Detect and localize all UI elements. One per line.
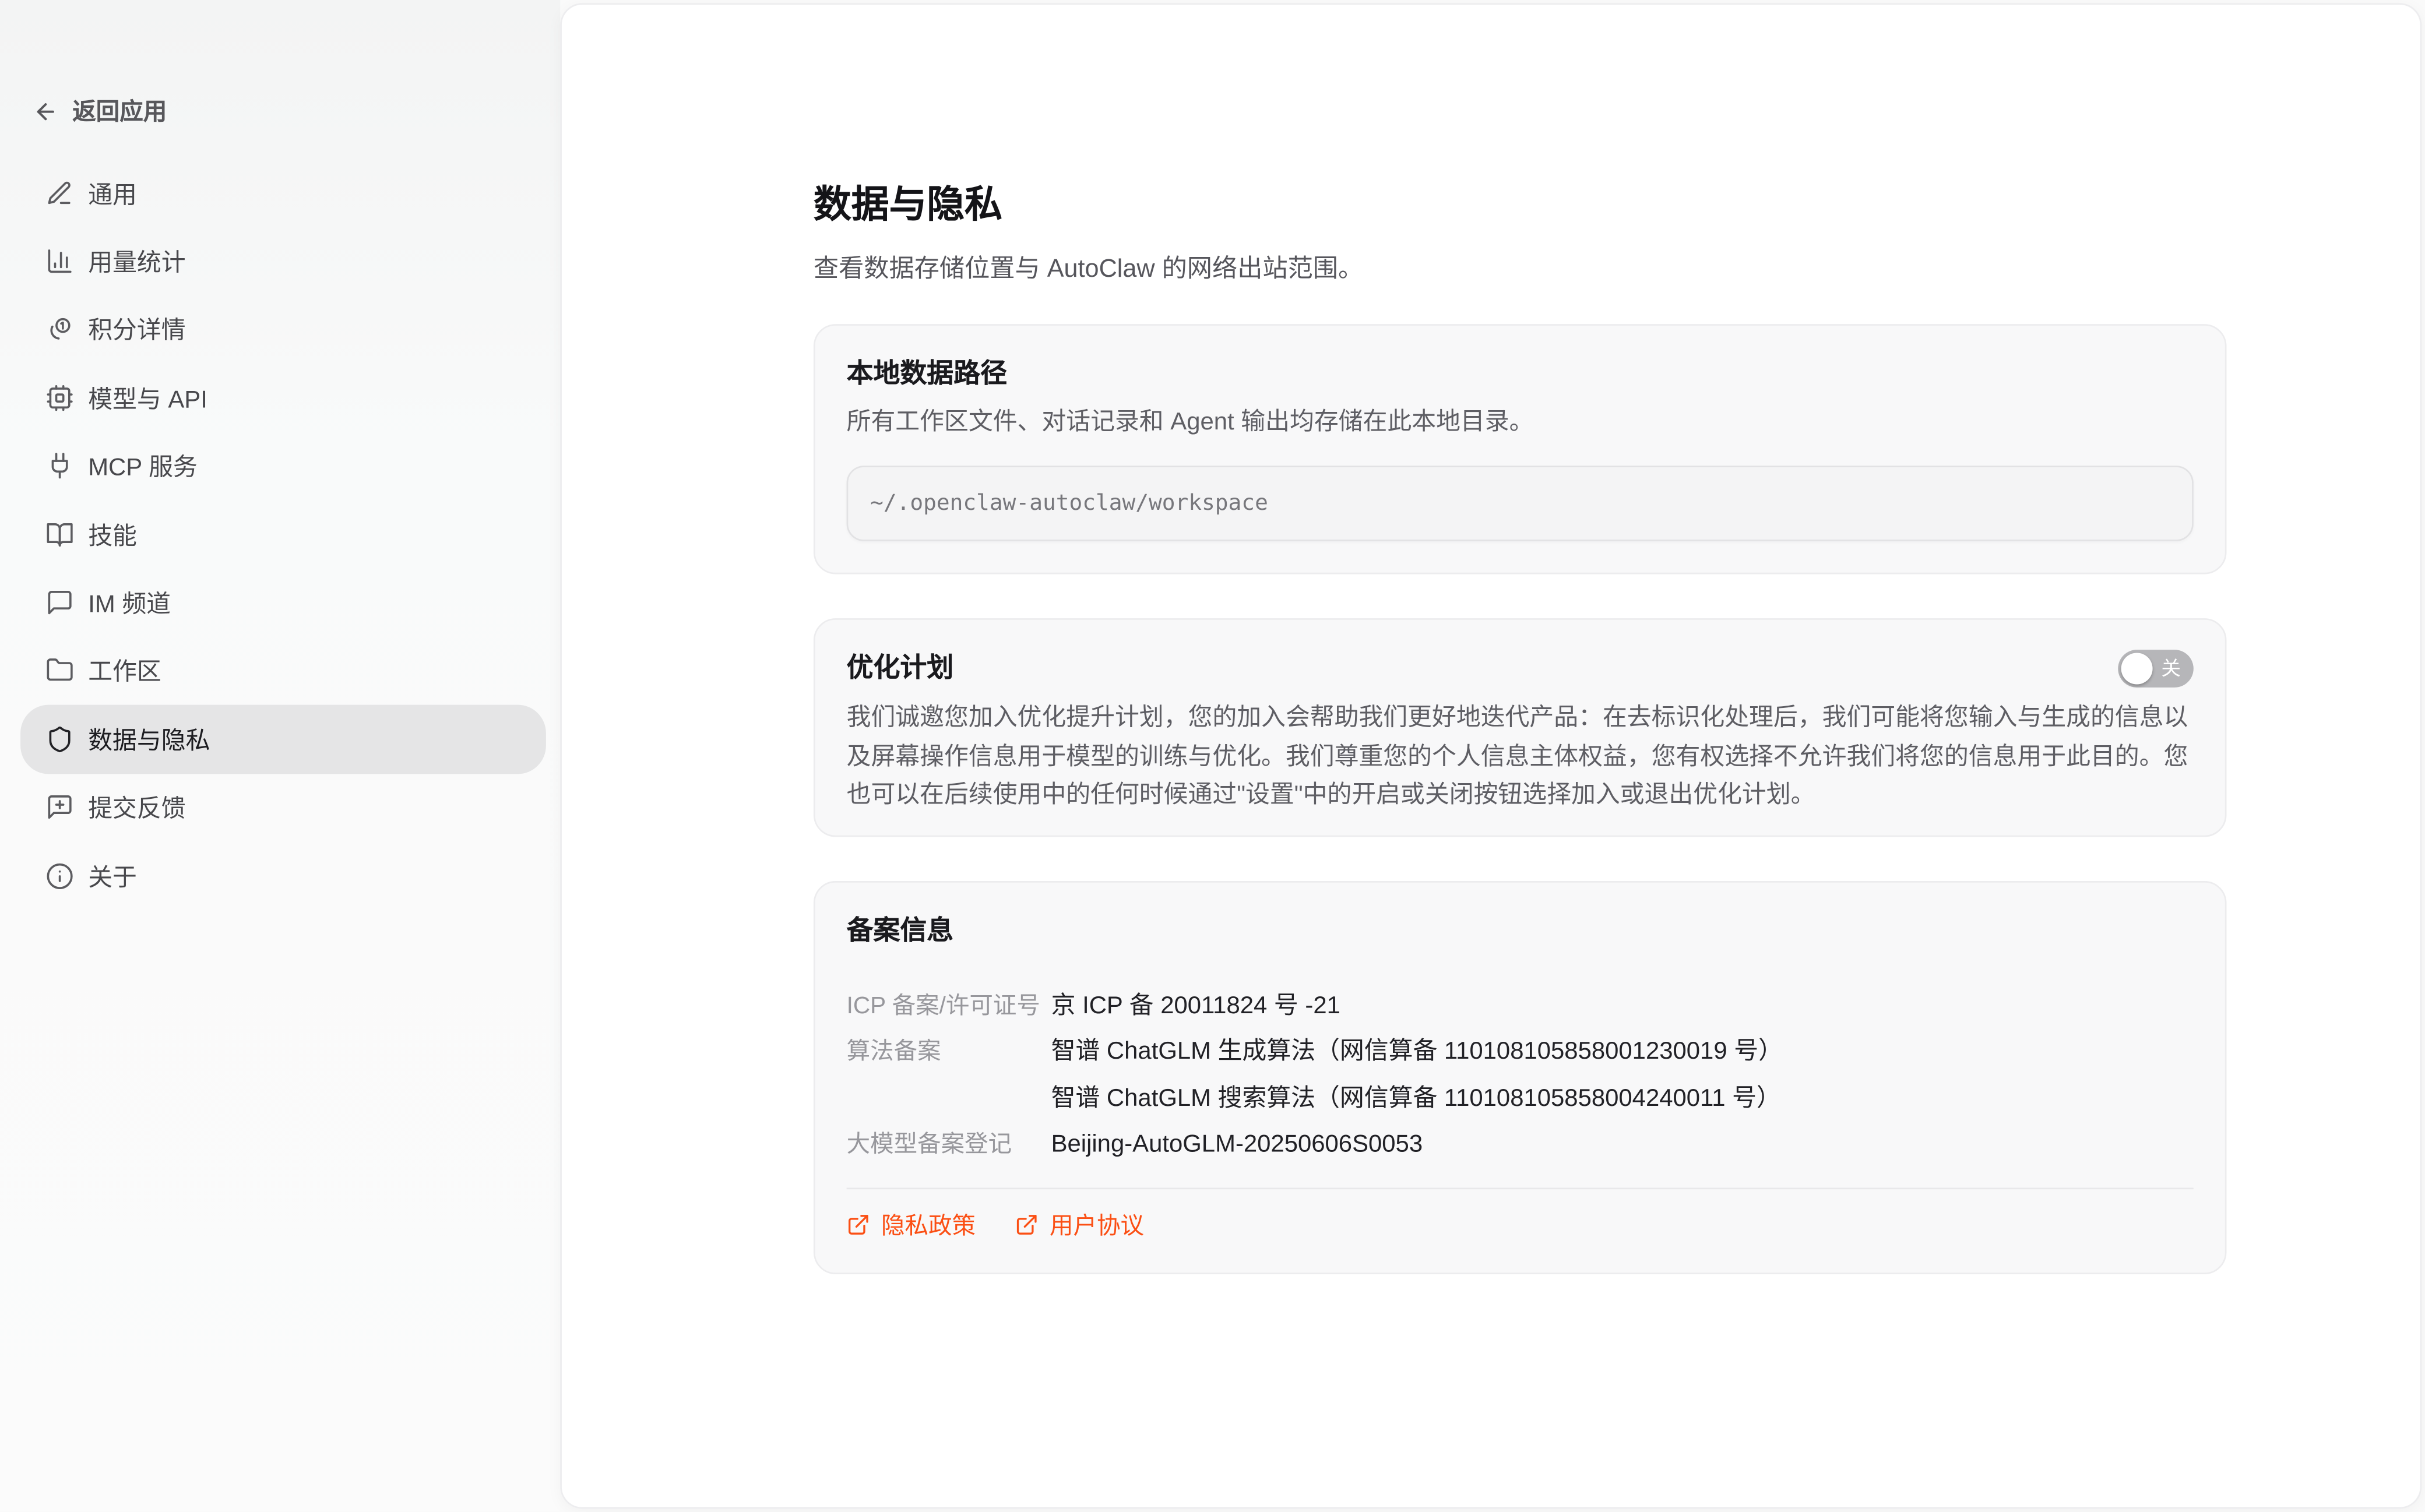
settings-panel: 数据与隐私 查看数据存储位置与 AutoClaw 的网络出站范围。 本地数据路径… xyxy=(560,3,2422,1509)
local-data-card-description: 所有工作区文件、对话记录和 Agent 输出均存储在此本地目录。 xyxy=(847,406,2194,440)
back-to-app-button[interactable]: 返回应用 xyxy=(33,94,167,128)
filing-row-label: 算法备案 xyxy=(847,1029,1051,1122)
page-subtitle: 查看数据存储位置与 AutoClaw 的网络出站范围。 xyxy=(814,253,2227,288)
toggle-state-label: 关 xyxy=(2161,650,2181,688)
bar-chart-icon xyxy=(45,247,74,276)
message-square-icon xyxy=(45,588,74,617)
book-open-icon xyxy=(45,520,74,549)
privacy-policy-link[interactable]: 隐私政策 xyxy=(847,1207,976,1240)
optimization-card: 优化计划 关 我们诚邀您加入优化提升计划，您的加入会帮助我们更好地迭代产品：在去… xyxy=(814,618,2227,836)
shield-icon xyxy=(45,725,74,753)
external-link-icon xyxy=(1015,1212,1039,1236)
sidebar-item-about[interactable]: 关于 xyxy=(20,841,546,910)
arrow-left-icon xyxy=(33,98,58,124)
sidebar-item-label: 通用 xyxy=(88,176,137,210)
page-title: 数据与隐私 xyxy=(814,179,2227,231)
sidebar-item-skills[interactable]: 技能 xyxy=(20,500,546,568)
sidebar: 返回应用 通用 用量统计 积分详情 xyxy=(0,0,560,1512)
filing-row-value: 智谱 ChatGLM 生成算法（网信算备 1101081058580012300… xyxy=(1051,1029,1783,1076)
external-link-icon xyxy=(847,1212,871,1236)
policy-links: 隐私政策 用户协议 xyxy=(847,1207,2194,1240)
sidebar-item-workspace[interactable]: 工作区 xyxy=(20,637,546,705)
optimization-toggle[interactable]: 关 xyxy=(2118,650,2194,688)
sidebar-item-credits[interactable]: 积分详情 xyxy=(20,295,546,364)
filing-row-value: Beijing-AutoGLM-20250606S0053 xyxy=(1051,1122,1423,1168)
filing-rows: ICP 备案/许可证号 京 ICP 备 20011824 号 -21 算法备案 … xyxy=(847,982,2194,1168)
sidebar-item-label: 工作区 xyxy=(88,654,161,688)
sidebar-item-label: 提交反馈 xyxy=(88,790,185,824)
sidebar-item-label: 积分详情 xyxy=(88,312,185,347)
sidebar-item-label: 模型与 API xyxy=(88,380,207,415)
workspace-path-value: ~/.openclaw-autoclaw/workspace xyxy=(870,491,1268,516)
pen-icon xyxy=(45,179,74,207)
sidebar-item-label: 数据与隐私 xyxy=(88,722,210,756)
optimization-card-description: 我们诚邀您加入优化提升计划，您的加入会帮助我们更好地迭代产品：在去标识化处理后，… xyxy=(847,700,2194,816)
sidebar-item-models-api[interactable]: 模型与 API xyxy=(20,364,546,432)
coin-icon xyxy=(45,315,74,344)
workspace-path-field: ~/.openclaw-autoclaw/workspace xyxy=(847,466,2194,541)
user-agreement-link[interactable]: 用户协议 xyxy=(1015,1207,1144,1240)
sidebar-item-mcp[interactable]: MCP 服务 xyxy=(20,432,546,500)
info-icon xyxy=(45,862,74,890)
sidebar-item-label: 技能 xyxy=(88,517,137,551)
sidebar-item-im-channels[interactable]: IM 频道 xyxy=(20,569,546,637)
plug-icon xyxy=(45,452,74,481)
filing-row-icp: ICP 备案/许可证号 京 ICP 备 20011824 号 -21 xyxy=(847,982,2194,1029)
sidebar-item-label: MCP 服务 xyxy=(88,449,198,483)
sidebar-item-data-privacy[interactable]: 数据与隐私 xyxy=(20,705,546,773)
local-data-card: 本地数据路径 所有工作区文件、对话记录和 Agent 输出均存储在此本地目录。 … xyxy=(814,324,2227,574)
filing-row-label: ICP 备案/许可证号 xyxy=(847,982,1051,1029)
sidebar-item-usage[interactable]: 用量统计 xyxy=(20,227,546,295)
filing-row-value: 京 ICP 备 20011824 号 -21 xyxy=(1051,982,1340,1029)
filing-divider xyxy=(847,1187,2194,1189)
filing-row-algorithm: 算法备案 智谱 ChatGLM 生成算法（网信算备 11010810585800… xyxy=(847,1029,2194,1122)
sidebar-item-general[interactable]: 通用 xyxy=(20,159,546,227)
app-window: 返回应用 通用 用量统计 积分详情 xyxy=(0,0,2425,1512)
filing-row-value: 智谱 ChatGLM 搜索算法（网信算备 1101081058580042400… xyxy=(1051,1075,1783,1122)
filing-card-title: 备案信息 xyxy=(847,912,2194,950)
sidebar-item-label: 用量统计 xyxy=(88,244,185,279)
privacy-policy-label: 隐私政策 xyxy=(881,1207,976,1240)
settings-content: 数据与隐私 查看数据存储位置与 AutoClaw 的网络出站范围。 本地数据路径… xyxy=(814,179,2227,1317)
cpu-icon xyxy=(45,383,74,412)
sidebar-item-label: IM 频道 xyxy=(88,585,171,619)
sidebar-nav: 通用 用量统计 积分详情 模型与 API xyxy=(20,159,546,910)
sidebar-item-label: 关于 xyxy=(88,858,137,893)
back-to-app-label: 返回应用 xyxy=(72,94,167,128)
filing-row-label: 大模型备案登记 xyxy=(847,1122,1051,1168)
user-agreement-label: 用户协议 xyxy=(1050,1207,1144,1240)
optimization-card-title: 优化计划 xyxy=(847,650,2099,688)
sidebar-item-feedback[interactable]: 提交反馈 xyxy=(20,773,546,841)
folder-icon xyxy=(45,657,74,685)
message-square-plus-icon xyxy=(45,793,74,822)
local-data-card-title: 本地数据路径 xyxy=(847,355,2194,393)
toggle-knob xyxy=(2121,653,2153,685)
filing-row-large-model: 大模型备案登记 Beijing-AutoGLM-20250606S0053 xyxy=(847,1122,2194,1168)
filing-card: 备案信息 ICP 备案/许可证号 京 ICP 备 20011824 号 -21 … xyxy=(814,880,2227,1274)
